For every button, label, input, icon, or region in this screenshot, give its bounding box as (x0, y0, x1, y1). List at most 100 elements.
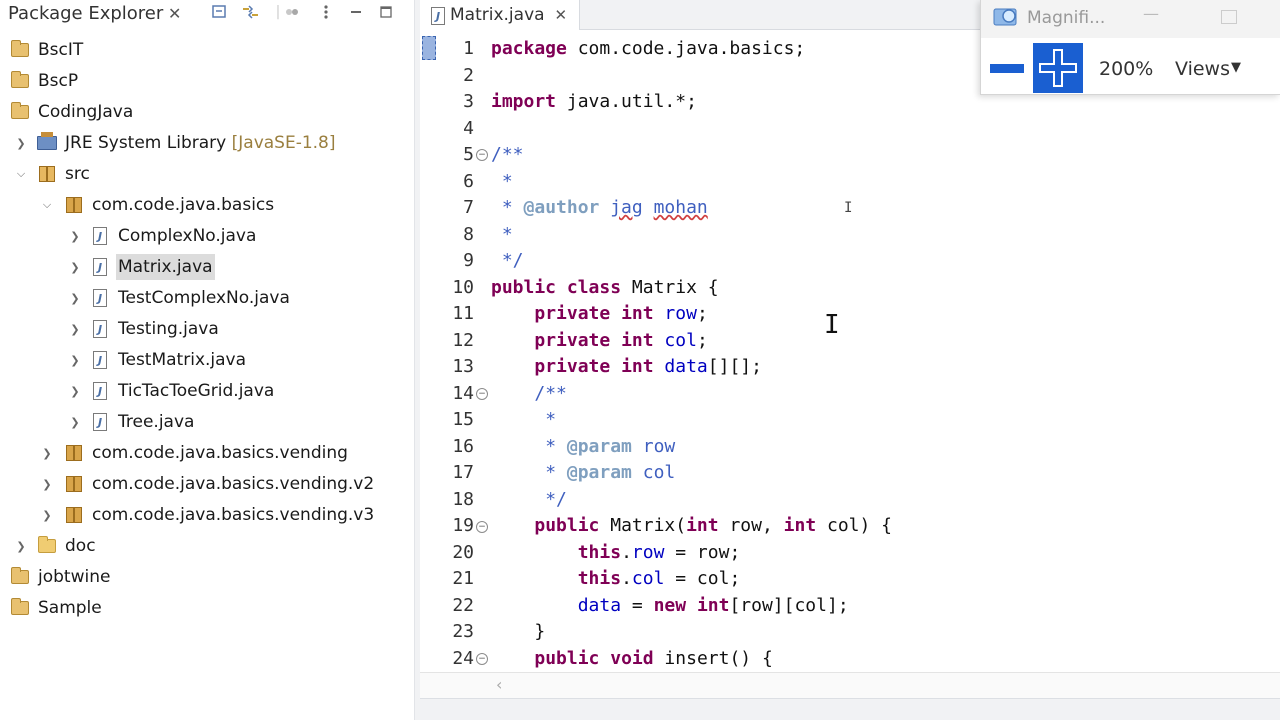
close-icon[interactable]: ✕ (168, 4, 181, 23)
tree-item-sample[interactable]: Sample (0, 593, 414, 623)
java-file-icon: J (90, 288, 110, 308)
tree-item-label: src (65, 164, 90, 184)
chevron-down-icon[interactable]: ⌵ (40, 198, 54, 212)
tree-item-codingjava[interactable]: CodingJava (0, 97, 414, 127)
tree-item-jobtwine[interactable]: jobtwine (0, 562, 414, 592)
tree-item-complexno-java[interactable]: ❯ J ComplexNo.java (0, 221, 414, 251)
line-number: 15 (452, 409, 474, 430)
code-line: /** (534, 382, 567, 404)
chevron-right-icon[interactable]: ❯ (68, 260, 82, 274)
chevron-right-icon[interactable]: ❯ (68, 229, 82, 243)
maximize-icon[interactable] (1221, 10, 1237, 24)
tree-item-testcomplexno-java[interactable]: ❯ J TestComplexNo.java (0, 283, 414, 313)
tree-item-tictactoegrid-java[interactable]: ❯ J TicTacToeGrid.java (0, 376, 414, 406)
code-line: this.row = row; (577, 541, 741, 563)
tree-item-label: JRE System Library [JavaSE-1.8] (65, 133, 336, 153)
code-line: public void insert() { (534, 647, 773, 669)
line-number: 10 (452, 276, 474, 298)
chevron-right-icon[interactable]: ❯ (40, 508, 54, 522)
line-number: 5 (463, 144, 474, 165)
java-file-icon: J (90, 350, 110, 370)
caret-down-icon[interactable]: ▼ (1231, 60, 1241, 75)
line-number: 17 (452, 462, 474, 483)
chevron-right-icon[interactable]: ❯ (68, 291, 82, 305)
tree-item-package-vending-v2[interactable]: ❯ com.code.java.basics.vending.v2 (0, 469, 414, 499)
tree-item-label: Sample (38, 598, 102, 618)
magnifier-titlebar[interactable]: Magnifi... — (981, 0, 1280, 38)
project-icon (10, 71, 30, 91)
java-editor: J Matrix.java ✕ I 1 2 3 4 5 6 7 8 9 10 1… (420, 0, 1280, 720)
line-number: 13 (452, 356, 474, 377)
tree-item-src[interactable]: ⌵ src (0, 159, 414, 189)
link-with-editor-icon[interactable] (240, 2, 260, 22)
filter-icon[interactable] (282, 2, 302, 22)
line-number: 3 (463, 91, 474, 112)
maximize-icon[interactable] (376, 2, 396, 22)
line-number: 6 (463, 170, 474, 192)
collapse-fold-icon[interactable]: − (476, 653, 488, 665)
tree-item-bscp[interactable]: BscP (0, 66, 414, 96)
code-line: * (534, 409, 557, 430)
zoom-in-button[interactable] (1033, 43, 1083, 93)
chevron-right-icon[interactable]: ❯ (68, 384, 82, 398)
view-menu-icon[interactable] (316, 2, 336, 22)
minimize-icon[interactable] (346, 2, 366, 22)
tree-item-package-vending-v3[interactable]: ❯ com.code.java.basics.vending.v3 (0, 500, 414, 530)
code-line: */ (534, 488, 567, 510)
tree-item-bscit[interactable]: BscIT (0, 35, 414, 65)
chevron-down-icon[interactable]: ⌵ (14, 167, 28, 181)
tree-item-label: TestMatrix.java (118, 350, 247, 370)
chevron-right-icon[interactable]: ❯ (40, 477, 54, 491)
collapse-fold-icon[interactable]: − (476, 521, 488, 533)
minimize-icon[interactable]: — (1143, 4, 1159, 23)
code-line: this.col = col; (577, 568, 741, 589)
collapse-fold-icon[interactable]: − (476, 149, 488, 161)
code-line: * @param row (534, 435, 676, 457)
line-number-ruler: 1 2 3 4 5 6 7 8 9 10 11 12 13 14 15 16 1… (420, 36, 490, 672)
chevron-right-icon[interactable]: ❯ (68, 415, 82, 429)
line-number: 18 (452, 488, 474, 510)
collapse-fold-icon[interactable]: − (476, 388, 488, 400)
line-number: 24 (452, 647, 474, 669)
close-icon[interactable]: ✕ (555, 6, 568, 24)
tab-matrix-java[interactable]: J Matrix.java ✕ (420, 0, 581, 30)
collapse-all-icon[interactable] (210, 2, 230, 22)
tree-item-package-basics[interactable]: ⌵ com.code.java.basics (0, 190, 414, 220)
tree-item-label: ComplexNo.java (118, 226, 257, 246)
package-explorer: Package Explorer ✕ | BscIT BscP CodingJa… (0, 0, 414, 720)
java-file-icon: J (428, 6, 448, 26)
explorer-header: Package Explorer ✕ | (0, 0, 414, 30)
tree-item-matrix-java[interactable]: ❯ J Matrix.java (0, 252, 414, 282)
chevron-right-icon[interactable]: ❯ (68, 353, 82, 367)
tree-item-testmatrix-java[interactable]: ❯ J TestMatrix.java (0, 345, 414, 375)
zoom-out-button[interactable] (989, 46, 1025, 90)
magnifier-window: Magnifi... — 200% Views ▼ (980, 0, 1280, 95)
line-number: 11 (452, 303, 474, 324)
code-line: private int data[][]; (534, 356, 762, 377)
jre-version-decoration: [JavaSE-1.8] (231, 133, 336, 153)
minus-icon (990, 63, 1024, 73)
chevron-right-icon[interactable]: ❯ (14, 539, 28, 553)
chevron-right-icon[interactable]: ❯ (14, 136, 28, 150)
tree-item-jre-system-library[interactable]: ❯ JRE System Library [JavaSE-1.8] (0, 128, 414, 158)
tree-item-doc[interactable]: ❯ doc (0, 531, 414, 561)
scroll-left-icon[interactable]: ‹ (496, 675, 502, 694)
source-folder-icon (37, 164, 57, 184)
tree-item-tree-java[interactable]: ❯ J Tree.java (0, 407, 414, 437)
project-icon (10, 567, 30, 587)
tree-item-label: Matrix.java (116, 254, 215, 280)
java-file-icon: J (90, 412, 110, 432)
tree-item-testing-java[interactable]: ❯ J Testing.java (0, 314, 414, 344)
chevron-right-icon[interactable]: ❯ (40, 446, 54, 460)
line-number: 21 (452, 568, 474, 589)
tree-item-label: doc (65, 536, 96, 556)
line-number: 19 (452, 515, 474, 536)
tree-item-package-vending[interactable]: ❯ com.code.java.basics.vending (0, 438, 414, 468)
horizontal-scrollbar[interactable]: ‹ (420, 672, 1280, 698)
code-area[interactable]: package com.code.java.basics; import jav… (491, 36, 1271, 672)
code-line: * (491, 223, 513, 245)
package-icon (64, 195, 84, 215)
views-dropdown[interactable]: Views (1175, 58, 1230, 80)
chevron-right-icon[interactable]: ❯ (68, 322, 82, 336)
tree-item-label: com.code.java.basics.vending.v3 (92, 505, 375, 525)
